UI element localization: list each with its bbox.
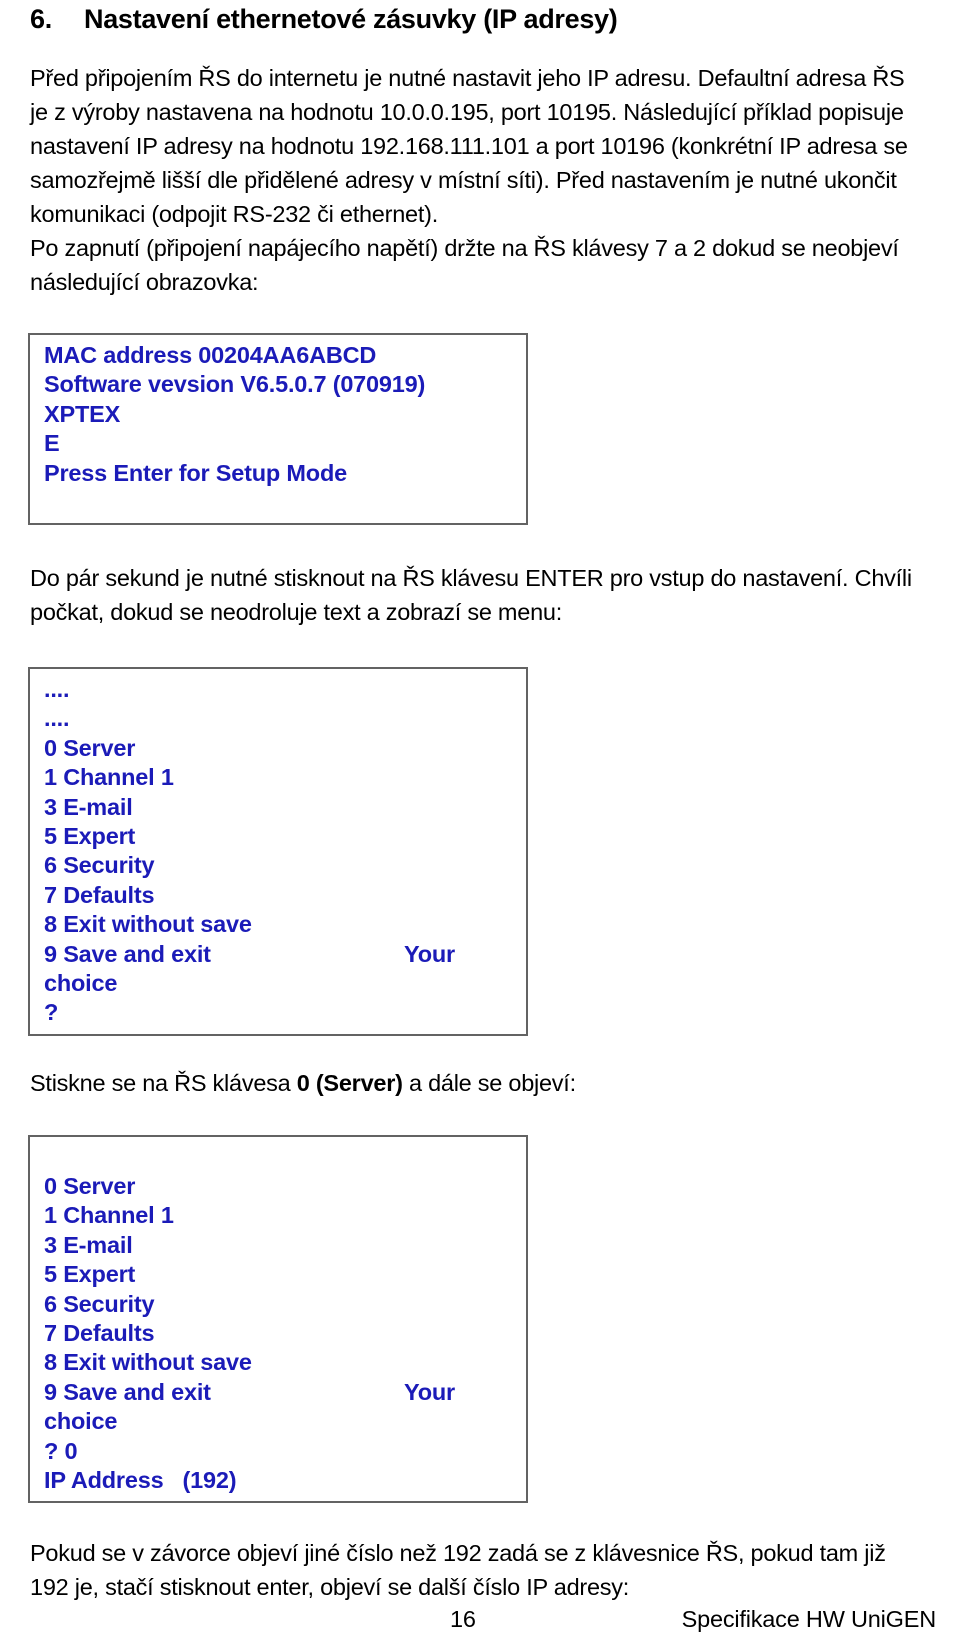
terminal-menu-item-defaults: 7 Defaults — [44, 1320, 155, 1347]
paragraph-after-startup-box: Do pár sekund je nutné stisknout na ŘS k… — [30, 565, 912, 625]
terminal-menu-item-expert: 5 Expert — [44, 822, 136, 849]
terminal-your-label: Your — [404, 940, 455, 967]
terminal-menu-save-label: 9 Save and exit — [44, 1378, 211, 1405]
paragraph-text-post: a dále se objeví: — [402, 1069, 576, 1096]
footer-document-name: Specifikace HW UniGEN — [681, 1606, 937, 1632]
terminal-line: Press Enter for Setup Mode — [44, 459, 347, 486]
terminal-menu-item-channel: 1 Channel 1 — [44, 764, 174, 791]
terminal-menu-item-server: 0 Server — [44, 734, 136, 761]
terminal-menu-item-expert: 5 Expert — [44, 1261, 136, 1288]
terminal-menu-item-security: 6 Security — [44, 1290, 155, 1317]
terminal-line: XPTEX — [44, 400, 121, 427]
terminal-box-menu-first: .... .... 0 Server 1 Channel 1 3 E-mail … — [28, 667, 528, 1036]
paragraph-text-bold-key: 0 (Server) — [296, 1069, 403, 1096]
terminal-menu-item-save-and-exit: 9 Save and exit Your — [44, 1378, 526, 1407]
paragraph-after-menu-box: Stiskne se na ŘS klávesa 0 (Server) a dá… — [30, 1066, 928, 1100]
terminal-your-label: Your — [404, 1378, 455, 1405]
terminal-line: .... — [44, 705, 70, 732]
terminal-prompt-answer: ? 0 — [44, 1437, 78, 1464]
document-page: 6. Nastavení ethernetové zásuvky (IP adr… — [0, 0, 960, 1632]
terminal-menu-item-exit-without-save: 8 Exit without save — [44, 1349, 252, 1376]
footer-page-number: 16 — [450, 1606, 476, 1632]
terminal-ip-address-prompt: IP Address (192) — [44, 1466, 237, 1493]
terminal-choice-label: choice — [44, 969, 118, 996]
terminal-line: E — [44, 430, 60, 457]
terminal-box-startup: MAC address 00204AA6ABCD Software vevsio… — [28, 333, 528, 525]
terminal-choice-label: choice — [44, 1408, 118, 1435]
terminal-menu-item-save-and-exit: 9 Save and exit Your — [44, 940, 526, 969]
terminal-box-menu-server: 0 Server 1 Channel 1 3 E-mail 5 Expert 6… — [28, 1134, 528, 1504]
terminal-menu-item-channel: 1 Channel 1 — [44, 1202, 174, 1229]
terminal-menu-item-email: 3 E-mail — [44, 793, 133, 820]
paragraph-intro-1: Před připojením ŘS do internetu je nutné… — [30, 65, 908, 227]
terminal-menu-item-exit-without-save: 8 Exit without save — [44, 911, 252, 938]
terminal-menu-save-label: 9 Save and exit — [44, 940, 211, 967]
paragraph-after-server-box: Pokud se v závorce objeví jiné číslo než… — [30, 1540, 886, 1601]
section-number: 6. — [30, 4, 52, 34]
terminal-menu-item-defaults: 7 Defaults — [44, 881, 155, 908]
terminal-line: .... — [44, 676, 70, 702]
terminal-prompt: ? — [44, 999, 59, 1026]
terminal-menu-item-security: 6 Security — [44, 852, 155, 879]
terminal-menu-item-email: 3 E-mail — [44, 1231, 133, 1258]
terminal-menu-item-server: 0 Server — [44, 1173, 136, 1200]
terminal-line: Software vevsion V6.5.0.7 (070919) — [44, 371, 426, 398]
paragraph-text-pre: Stiskne se na ŘS klávesa — [30, 1069, 297, 1096]
terminal-line: MAC address 00204AA6ABCD — [44, 342, 377, 368]
paragraph-intro-2: Po zapnutí (připojení napájecího napětí)… — [30, 235, 899, 295]
page-title: 6. Nastavení ethernetové zásuvky (IP adr… — [30, 0, 936, 35]
section-title-text: Nastavení ethernetové zásuvky (IP adresy… — [84, 4, 618, 34]
